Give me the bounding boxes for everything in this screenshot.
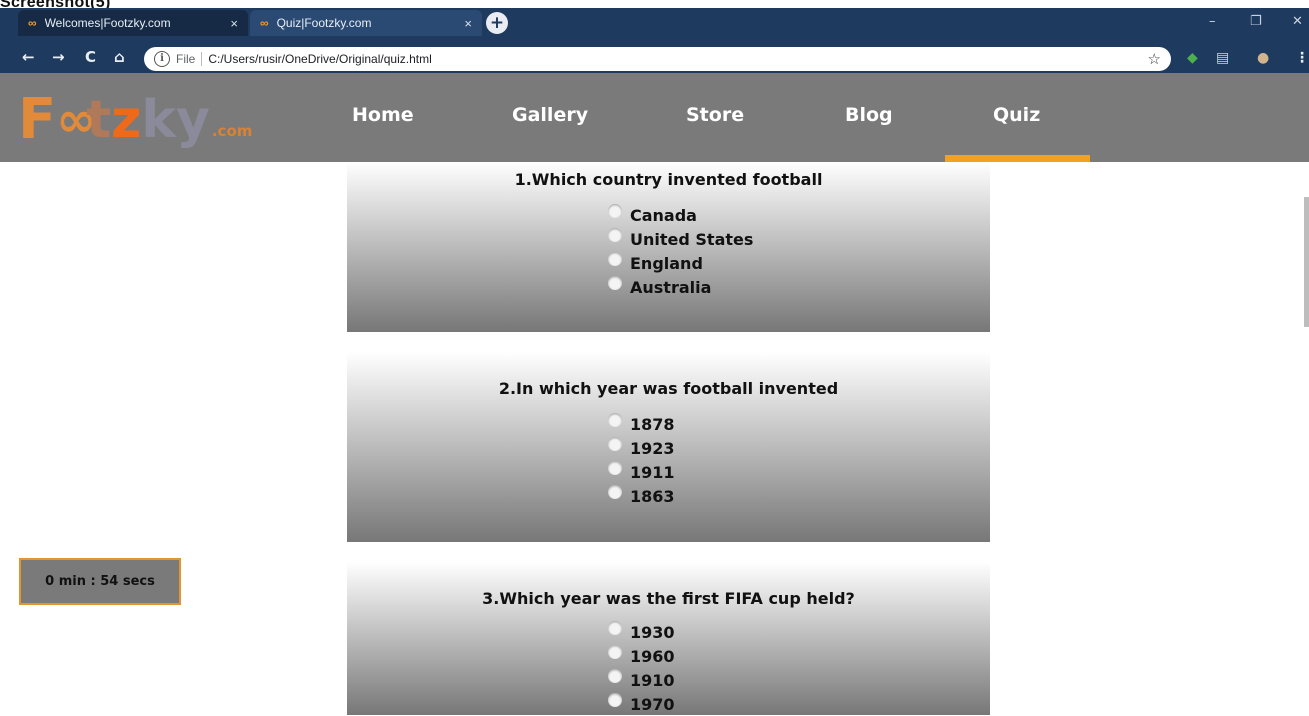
radio-button[interactable]: [608, 621, 622, 635]
forward-icon[interactable]: →: [52, 48, 65, 66]
star-icon[interactable]: ☆: [1148, 50, 1161, 68]
active-nav-indicator: [945, 155, 1090, 162]
radio-button[interactable]: [608, 645, 622, 659]
answer-option[interactable]: 1863: [608, 484, 675, 508]
logo-letters: ky: [141, 90, 210, 150]
option-label: Canada: [630, 205, 697, 225]
option-label: 1930: [630, 622, 675, 642]
quiz-timer: 0 min : 54 secs: [19, 558, 181, 605]
answer-option[interactable]: 1930: [608, 620, 675, 644]
tab-close-icon[interactable]: ×: [230, 16, 238, 31]
option-label: 1910: [630, 670, 675, 690]
radio-button[interactable]: [608, 204, 622, 218]
radio-button[interactable]: [608, 276, 622, 290]
question-text: 1.Which country invented football: [514, 170, 823, 189]
menu-icon[interactable]: ⋮: [1295, 50, 1309, 66]
footzky-favicon-icon: ∞: [28, 16, 37, 30]
answer-option[interactable]: 1878: [608, 412, 675, 436]
radio-button[interactable]: [608, 669, 622, 683]
tab-quiz[interactable]: ∞ Quiz|Footzky.com ×: [250, 10, 482, 36]
minimize-icon[interactable]: –: [1209, 14, 1216, 29]
url-text[interactable]: C:/Users/rusir/OneDrive/Original/quiz.ht…: [208, 52, 1147, 66]
radio-button[interactable]: [608, 485, 622, 499]
question-card-2: 2.In which year was football invented 18…: [347, 352, 990, 542]
radio-button[interactable]: [608, 461, 622, 475]
divider: [201, 52, 203, 66]
option-label: United States: [630, 229, 754, 249]
radio-button[interactable]: [608, 693, 622, 707]
answer-option[interactable]: 1923: [608, 436, 675, 460]
address-bar[interactable]: i File C:/Users/rusir/OneDrive/Original/…: [144, 47, 1171, 71]
reload-icon[interactable]: C: [85, 48, 96, 66]
tab-close-icon[interactable]: ×: [464, 16, 472, 31]
nav-blog[interactable]: Blog: [845, 104, 893, 126]
tab-title: Quiz|Footzky.com: [276, 16, 372, 30]
option-label: England: [630, 253, 703, 273]
pdf-icon[interactable]: ▤: [1216, 50, 1229, 66]
footzky-favicon-icon: ∞: [260, 16, 269, 30]
home-icon[interactable]: ⌂: [114, 48, 125, 66]
nav-home[interactable]: Home: [352, 104, 414, 126]
logo-letter: F: [18, 87, 57, 152]
question-text: 3.Which year was the first FIFA cup held…: [482, 589, 855, 608]
option-label: 1923: [630, 438, 675, 458]
option-label: 1878: [630, 414, 675, 434]
profile-icon[interactable]: ●: [1257, 50, 1269, 66]
nav-quiz[interactable]: Quiz: [993, 104, 1040, 126]
answer-option[interactable]: Australia: [608, 275, 711, 299]
radio-button[interactable]: [608, 252, 622, 266]
logo-loop: ∞: [56, 92, 96, 148]
option-label: 1970: [630, 694, 675, 714]
logo-com: .com: [211, 122, 253, 140]
tab-welcomes[interactable]: ∞ Welcomes|Footzky.com ×: [18, 10, 248, 36]
new-tab-button[interactable]: +: [486, 12, 508, 34]
file-label: File: [176, 52, 196, 66]
answer-option[interactable]: Canada: [608, 203, 697, 227]
answer-option[interactable]: England: [608, 251, 703, 275]
option-label: 1911: [630, 462, 675, 482]
option-label: Australia: [630, 277, 712, 297]
question-card-3: 3.Which year was the first FIFA cup held…: [347, 562, 990, 715]
radio-button[interactable]: [608, 228, 622, 242]
logo-letter: z: [111, 90, 142, 150]
answer-option[interactable]: 1970: [608, 692, 675, 716]
footzky-logo[interactable]: F ∞ t z ky .com: [18, 80, 253, 152]
answer-option[interactable]: United States: [608, 227, 753, 251]
close-window-icon[interactable]: ✕: [1292, 14, 1303, 29]
radio-button[interactable]: [608, 413, 622, 427]
extension-icon[interactable]: ◆: [1187, 50, 1198, 66]
option-label: 1960: [630, 646, 675, 666]
nav-gallery[interactable]: Gallery: [512, 104, 588, 126]
tab-title: Welcomes|Footzky.com: [44, 16, 171, 30]
answer-option[interactable]: 1910: [608, 668, 675, 692]
logo-letter: t: [86, 90, 112, 150]
page-scrollbar[interactable]: [1304, 197, 1309, 327]
answer-option[interactable]: 1960: [608, 644, 675, 668]
answer-option[interactable]: 1911: [608, 460, 675, 484]
restore-icon[interactable]: ❐: [1250, 14, 1262, 29]
info-icon[interactable]: i: [154, 51, 170, 67]
question-text: 2.In which year was football invented: [498, 379, 839, 398]
question-card-1: 1.Which country invented football Canada…: [347, 162, 990, 332]
radio-button[interactable]: [608, 437, 622, 451]
option-label: 1863: [630, 486, 675, 506]
screenshot-caption: Screenshot(5): [0, 0, 111, 11]
back-icon[interactable]: ←: [22, 48, 35, 66]
nav-store[interactable]: Store: [686, 104, 744, 126]
